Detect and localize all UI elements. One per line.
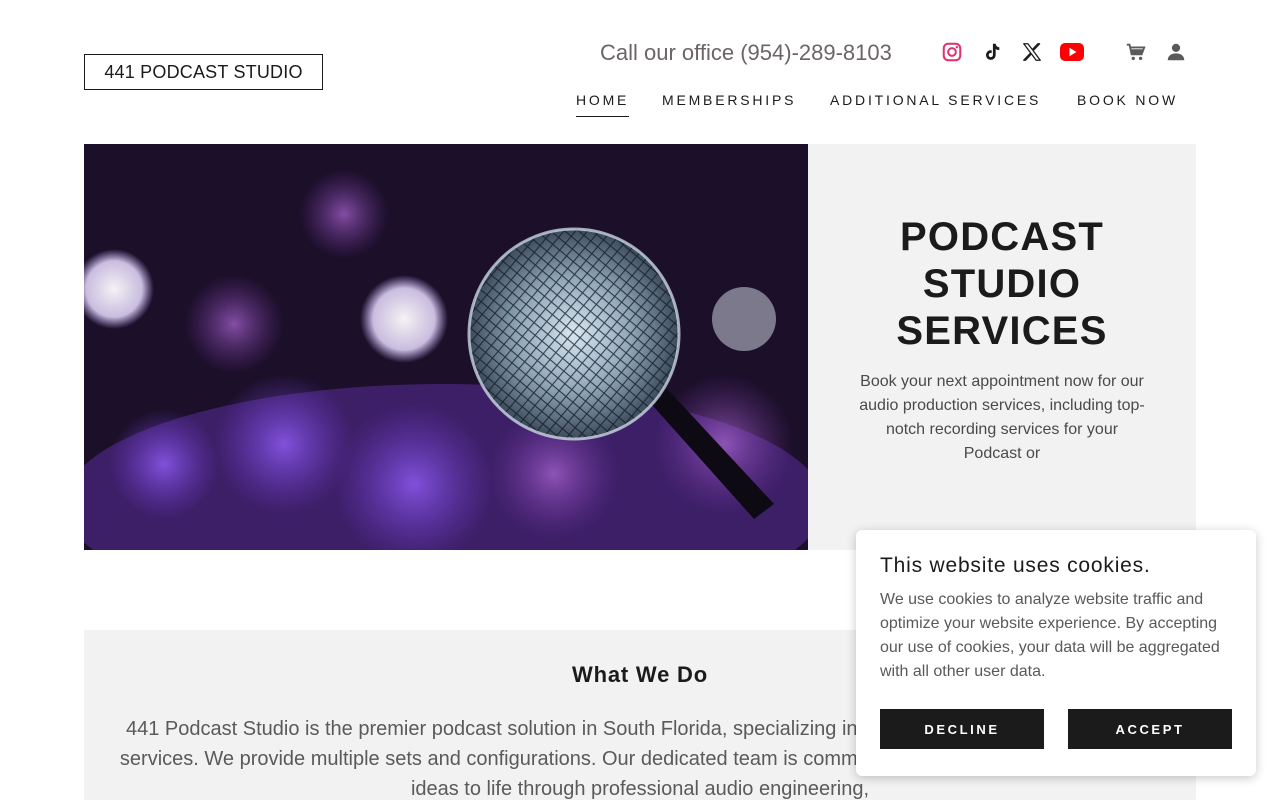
nav-memberships[interactable]: MEMBERSHIPS	[662, 92, 796, 116]
tiktok-icon[interactable]	[980, 40, 1004, 64]
cookie-text: We use cookies to analyze website traffi…	[880, 591, 1220, 680]
nav-book-now[interactable]: BOOK NOW	[1077, 92, 1178, 116]
site-logo[interactable]: 441 PODCAST STUDIO	[84, 54, 323, 90]
cookie-title: This website uses cookies.	[880, 554, 1151, 577]
cart-icon[interactable]	[1124, 40, 1148, 64]
hero-panel: PODCAST STUDIO SERVICES Book your next a…	[808, 144, 1196, 550]
office-phone[interactable]: Call our office (954)-289-8103	[600, 40, 892, 66]
hero-microphone-image	[84, 144, 808, 550]
nav-additional-services[interactable]: ADDITIONAL SERVICES	[830, 92, 1041, 116]
accept-button[interactable]: ACCEPT	[1068, 709, 1232, 749]
site-logo-text: 441 PODCAST STUDIO	[104, 61, 303, 82]
decline-button[interactable]: DECLINE	[880, 709, 1044, 749]
x-icon[interactable]	[1020, 40, 1044, 64]
account-icon[interactable]	[1164, 40, 1188, 64]
instagram-icon[interactable]	[940, 40, 964, 64]
cookie-consent-dialog: This website uses cookies. We use cookie…	[856, 530, 1256, 776]
hero-description: Book your next appointment now for our a…	[859, 373, 1145, 462]
youtube-icon[interactable]	[1060, 40, 1084, 64]
nav-home[interactable]: HOME	[576, 92, 630, 117]
hero-title: PODCAST STUDIO SERVICES	[896, 215, 1108, 353]
